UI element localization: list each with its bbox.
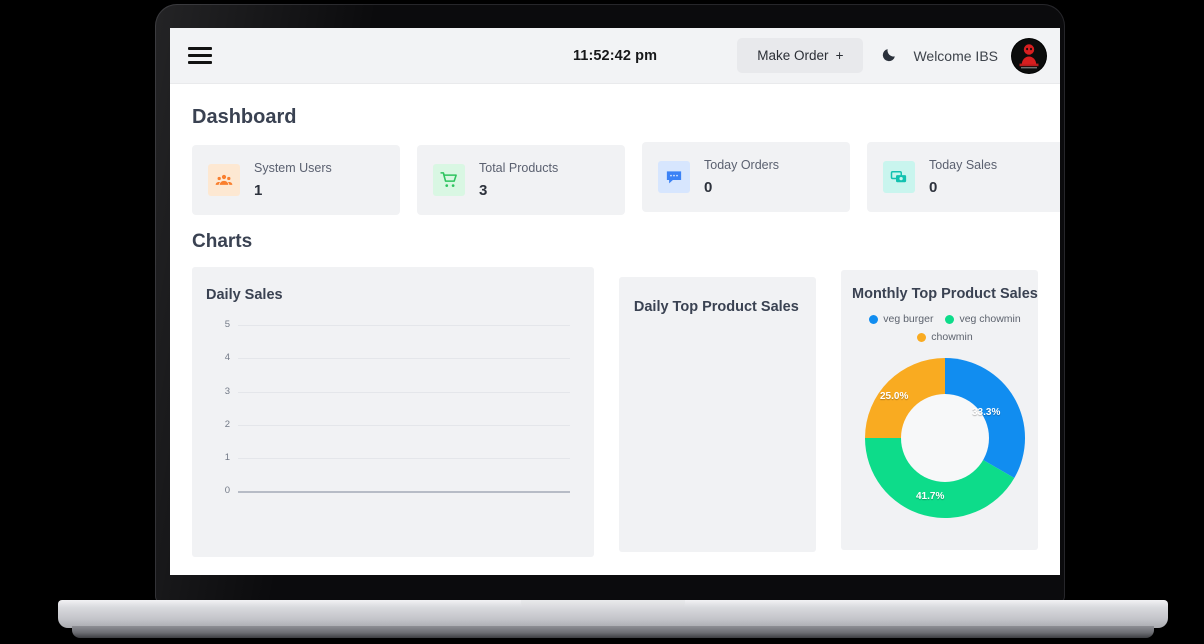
hamburger-bar bbox=[188, 54, 212, 57]
gridline-row: 5 bbox=[206, 319, 580, 358]
cash-money-icon bbox=[883, 161, 915, 193]
gridline bbox=[238, 458, 570, 460]
stat-text-block: Total Products 3 bbox=[479, 161, 558, 199]
charts-heading: Charts bbox=[192, 231, 253, 252]
stat-label: Today Sales bbox=[929, 158, 998, 172]
legend-item[interactable]: chowmin bbox=[917, 331, 973, 343]
screenshot-stage: 11:52:42 pm Make Order + Welcome IBS Das… bbox=[0, 0, 1204, 644]
stat-value: 1 bbox=[254, 182, 263, 199]
gridline bbox=[238, 325, 570, 326]
make-order-button[interactable]: Make Order + bbox=[737, 38, 864, 73]
stat-card-system-users[interactable]: System Users 1 bbox=[192, 145, 400, 215]
gridline-row: 2 bbox=[206, 419, 580, 458]
legend-label: chowmin bbox=[931, 331, 973, 343]
y-tick-label: 5 bbox=[224, 319, 230, 330]
stat-card-today-orders[interactable]: Today Orders 0 bbox=[642, 142, 850, 212]
hamburger-bar bbox=[188, 61, 212, 64]
stat-value: 0 bbox=[929, 179, 938, 196]
donut-value-label-veg-chowmin: 41.7% bbox=[916, 491, 945, 502]
shopping-cart-icon bbox=[433, 164, 465, 196]
stat-label: Total Products bbox=[479, 161, 559, 175]
panel-monthly-top-product-sales: Monthly Top Product Sales veg burger veg… bbox=[841, 270, 1038, 550]
gridline bbox=[238, 358, 570, 360]
stat-label: Today Orders bbox=[704, 158, 780, 172]
chat-bubble-icon bbox=[658, 161, 690, 193]
legend-label: veg burger bbox=[883, 313, 934, 325]
legend-item[interactable]: veg burger bbox=[869, 313, 933, 325]
donut-chart: 33.3% 41.7% 25.0% bbox=[860, 353, 1030, 523]
gridline-row: 3 bbox=[206, 386, 580, 425]
stat-card-total-products[interactable]: Total Products 3 bbox=[417, 145, 625, 215]
stat-text-block: System Users 1 bbox=[254, 161, 332, 199]
stat-card-row: System Users 1 Total Products 3 Today Or… bbox=[192, 142, 1060, 215]
laptop-base-foot bbox=[72, 626, 1154, 638]
gridline bbox=[238, 424, 570, 426]
user-avatar[interactable] bbox=[1012, 38, 1046, 73]
axis-baseline bbox=[238, 491, 570, 493]
laptop-screen: 11:52:42 pm Make Order + Welcome IBS Das… bbox=[170, 28, 1060, 575]
make-order-label: Make Order bbox=[757, 48, 829, 63]
legend-item[interactable]: veg chowmin bbox=[945, 313, 1021, 325]
stat-value: 0 bbox=[704, 179, 713, 196]
stat-card-today-sales[interactable]: Today Sales 0 bbox=[867, 142, 1060, 212]
y-tick-label: 1 bbox=[224, 452, 230, 464]
legend-label: veg chowmin bbox=[959, 313, 1021, 325]
donut-legend: veg burger veg chowmin chowmin bbox=[853, 313, 1038, 343]
panel-daily-top-product-sales: Daily Top Product Sales bbox=[618, 277, 817, 552]
plus-icon: + bbox=[835, 48, 844, 63]
hamburger-menu-icon[interactable] bbox=[188, 47, 212, 64]
gridline-row: 1 bbox=[206, 452, 580, 491]
panel-title: Daily Sales bbox=[206, 287, 283, 303]
dashboard-content: Dashboard System Users 1 Total Products … bbox=[170, 84, 1060, 557]
legend-color-swatch bbox=[945, 314, 955, 324]
users-icon bbox=[208, 164, 240, 196]
stat-value: 3 bbox=[479, 182, 488, 199]
topbar-right-group: Make Order + Welcome IBS bbox=[737, 38, 1046, 73]
hamburger-bar bbox=[188, 47, 212, 50]
y-tick-label: 4 bbox=[224, 352, 230, 364]
y-tick-label: 0 bbox=[224, 485, 230, 497]
app-topbar: 11:52:42 pm Make Order + Welcome IBS bbox=[170, 28, 1060, 84]
panel-title: Daily Top Product Sales bbox=[633, 299, 799, 315]
charts-row: Daily Sales 5 4 3 2 1 0 Daily Top Produc… bbox=[192, 267, 1038, 557]
stat-label: System Users bbox=[254, 161, 332, 175]
gridline-row: 4 bbox=[206, 352, 580, 391]
donut-value-label-chowmin: 25.0% bbox=[880, 391, 909, 402]
daily-sales-plot-area: 5 4 3 2 1 0 bbox=[206, 319, 580, 525]
legend-color-swatch bbox=[869, 314, 879, 324]
y-tick-label: 2 bbox=[224, 418, 230, 430]
gridline bbox=[238, 391, 570, 393]
moon-icon[interactable] bbox=[877, 45, 899, 67]
laptop-base-notch bbox=[521, 600, 685, 611]
panel-title: Monthly Top Product Sales bbox=[852, 286, 1038, 302]
y-tick-label: 3 bbox=[224, 385, 230, 397]
panel-daily-sales: Daily Sales 5 4 3 2 1 0 bbox=[192, 267, 594, 557]
gridline-row: 0 bbox=[206, 485, 580, 524]
stat-text-block: Today Orders 0 bbox=[704, 158, 779, 196]
clock-display: 11:52:42 pm bbox=[572, 47, 658, 64]
page-title: Dashboard bbox=[192, 106, 297, 128]
welcome-text: Welcome IBS bbox=[913, 47, 998, 64]
donut-value-label-veg-burger: 33.3% bbox=[972, 407, 1001, 418]
stat-text-block: Today Sales 0 bbox=[929, 158, 997, 196]
legend-color-swatch bbox=[917, 332, 927, 342]
